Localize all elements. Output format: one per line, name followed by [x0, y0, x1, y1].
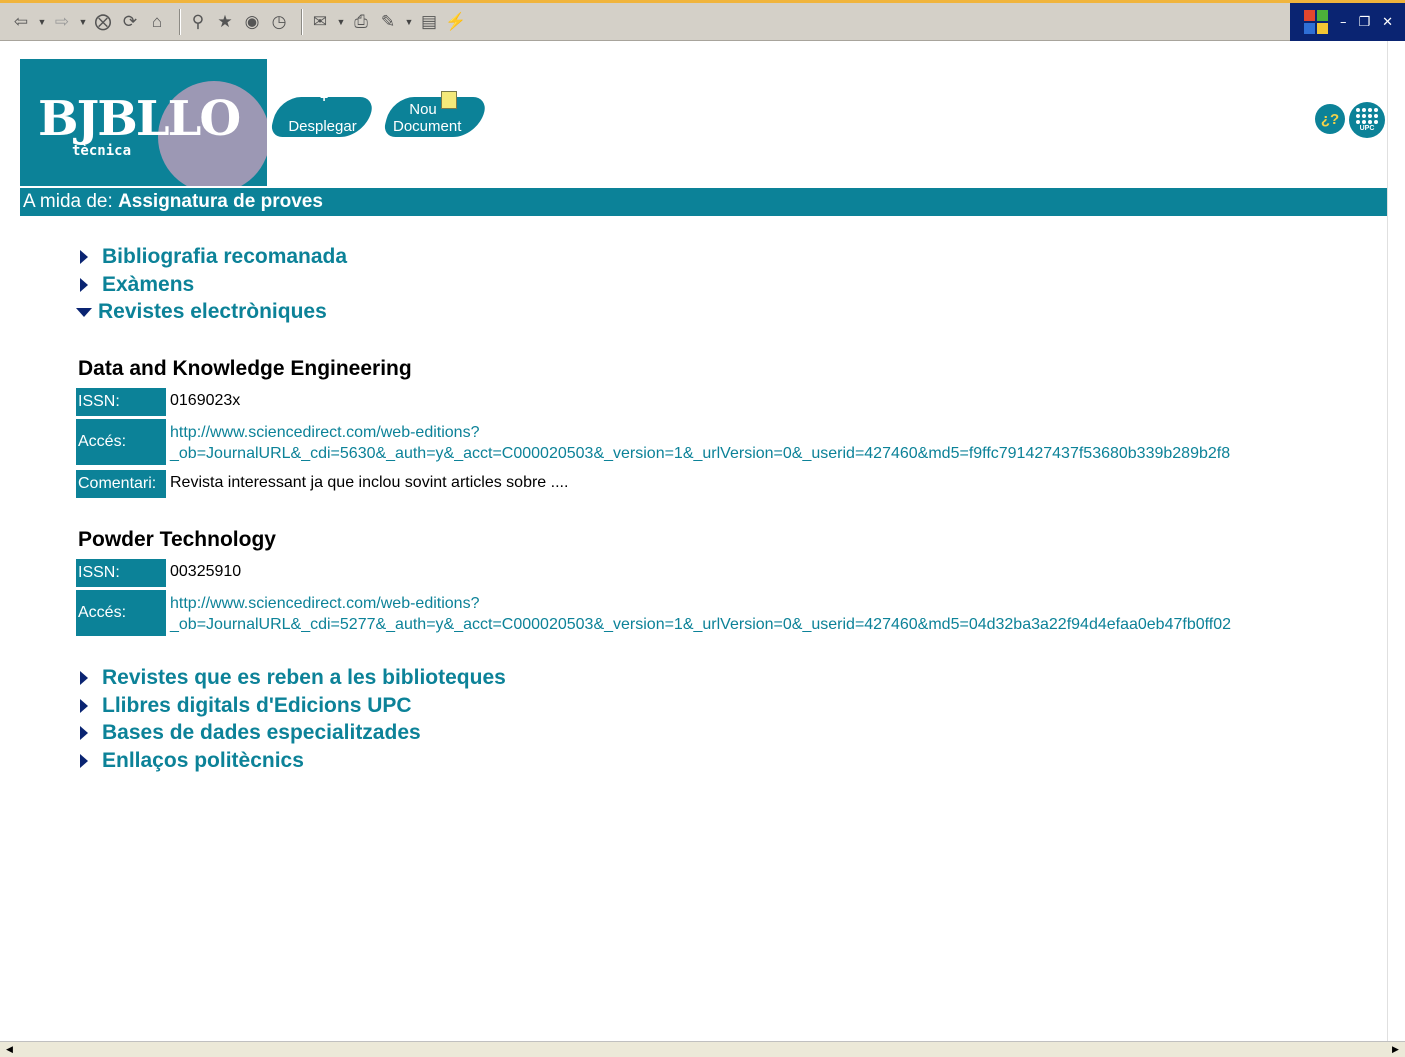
edit-icon[interactable]: ✎	[377, 11, 399, 33]
issn-value: 00325910	[170, 563, 242, 580]
biblio-logo[interactable]: BJBLLO tècnica	[20, 59, 267, 186]
journal-url-link[interactable]: http://www.sciencedirect.com/web-edition…	[170, 593, 1231, 635]
header-prefix: A mida de:	[23, 191, 113, 212]
section-bibliografia[interactable]: Bibliografia recomanada	[80, 245, 347, 269]
back-dropdown-icon[interactable]: ▼	[37, 11, 47, 33]
help-icon[interactable]: ¿?	[1315, 104, 1345, 134]
horizontal-scrollbar[interactable]: ◀ ▶	[0, 1041, 1405, 1057]
section-label: Enllaços politècnics	[102, 749, 304, 772]
page-header-bar: A mida de: Assignatura de proves	[20, 188, 1387, 216]
expand-arrow-icon	[80, 278, 88, 292]
section-revistes-electroniques[interactable]: Revistes electròniques	[76, 300, 327, 324]
comentari-label: Comentari:	[76, 470, 166, 498]
section-enllacos[interactable]: Enllaços politècnics	[80, 749, 304, 773]
section-bases-dades[interactable]: Bases de dades especialitzades	[80, 721, 421, 745]
back-arrow-icon[interactable]: ⇦	[10, 11, 32, 33]
minimize-icon[interactable]: –	[1340, 15, 1347, 30]
forward-dropdown-icon[interactable]: ▼	[78, 11, 88, 33]
toolbar-separator	[301, 8, 303, 35]
forward-arrow-icon[interactable]: ⇨	[51, 11, 73, 33]
edit-dropdown-icon[interactable]: ▼	[404, 11, 414, 33]
collapse-arrow-icon	[76, 307, 92, 317]
scroll-right-icon[interactable]: ▶	[1388, 1043, 1403, 1056]
journal-title: Powder Technology	[78, 528, 276, 551]
desplegar-label: Desplegar	[288, 118, 357, 135]
issn-label: ISSN:	[76, 388, 166, 416]
section-label: Bibliografia recomanada	[102, 245, 348, 268]
close-icon[interactable]: ✕	[1382, 15, 1393, 30]
journal-url-link[interactable]: http://www.sciencedirect.com/web-edition…	[170, 422, 1230, 464]
acces-label: Accés:	[76, 419, 166, 465]
favorites-icon[interactable]: ★	[214, 11, 236, 33]
toolbar-separator	[179, 8, 181, 35]
home-icon[interactable]: ⌂	[146, 11, 168, 33]
logo-word: BJBLLO	[38, 91, 241, 147]
expand-arrow-icon	[80, 671, 88, 685]
window-controls: – ❐ ✕	[1290, 3, 1405, 41]
scroll-left-icon[interactable]: ◀	[2, 1043, 17, 1056]
upc-logo-icon[interactable]: UPC	[1349, 102, 1385, 138]
journal-title: Data and Knowledge Engineering	[78, 357, 412, 380]
discuss-icon[interactable]: ▤	[418, 11, 440, 33]
mail-dropdown-icon[interactable]: ▼	[336, 11, 346, 33]
comentari-value: Revista interessant ja que inclou sovint…	[170, 474, 569, 491]
flash-icon[interactable]: ⚡	[445, 11, 467, 33]
upc-badge-label: UPC	[1359, 125, 1375, 132]
page-title: Assignatura de proves	[118, 191, 323, 212]
section-revistes-biblioteques[interactable]: Revistes que es reben a les biblioteques	[80, 666, 506, 690]
vertical-scrollbar[interactable]	[1387, 41, 1405, 1041]
windows-logo-icon	[1304, 10, 1328, 34]
restore-icon[interactable]: ❐	[1359, 15, 1371, 30]
mail-icon[interactable]: ✉	[309, 11, 331, 33]
acces-label: Accés:	[76, 590, 166, 636]
expand-arrow-icon	[80, 250, 88, 264]
section-examens[interactable]: Exàmens	[80, 273, 194, 297]
plus-icon: +	[320, 89, 329, 105]
history-icon[interactable]: ◷	[268, 11, 290, 33]
issn-value: 0169023x	[170, 392, 241, 409]
section-llibres-digitals[interactable]: Llibres digitals d'Edicions UPC	[80, 694, 412, 718]
expand-arrow-icon	[80, 754, 88, 768]
stop-icon[interactable]: ⨂	[92, 11, 114, 33]
expand-arrow-icon	[80, 726, 88, 740]
section-label: Bases de dades especialitzades	[102, 721, 421, 744]
nou-document-button[interactable]: Nou Document	[382, 87, 488, 145]
section-label: Revistes electròniques	[98, 300, 327, 323]
section-label: Exàmens	[102, 273, 195, 296]
issn-label: ISSN:	[76, 559, 166, 587]
media-icon[interactable]: ◉	[241, 11, 263, 33]
section-label: Revistes que es reben a les biblioteques	[102, 666, 506, 689]
print-icon[interactable]: ⎙	[350, 11, 372, 33]
browser-toolbar: ⇦ ▼ ⇨ ▼ ⨂ ⟳ ⌂ ⚲ ★ ◉ ◷ ✉ ▼ ⎙ ✎ ▼ ▤ ⚡	[0, 3, 1290, 41]
section-label: Llibres digitals d'Edicions UPC	[102, 694, 412, 717]
search-icon[interactable]: ⚲	[187, 11, 209, 33]
refresh-icon[interactable]: ⟳	[119, 11, 141, 33]
logo-sub: tècnica	[72, 143, 132, 159]
nou-document-label: Nou Document	[393, 101, 462, 135]
desplegar-button[interactable]: + Desplegar	[269, 87, 375, 145]
expand-arrow-icon	[80, 699, 88, 713]
